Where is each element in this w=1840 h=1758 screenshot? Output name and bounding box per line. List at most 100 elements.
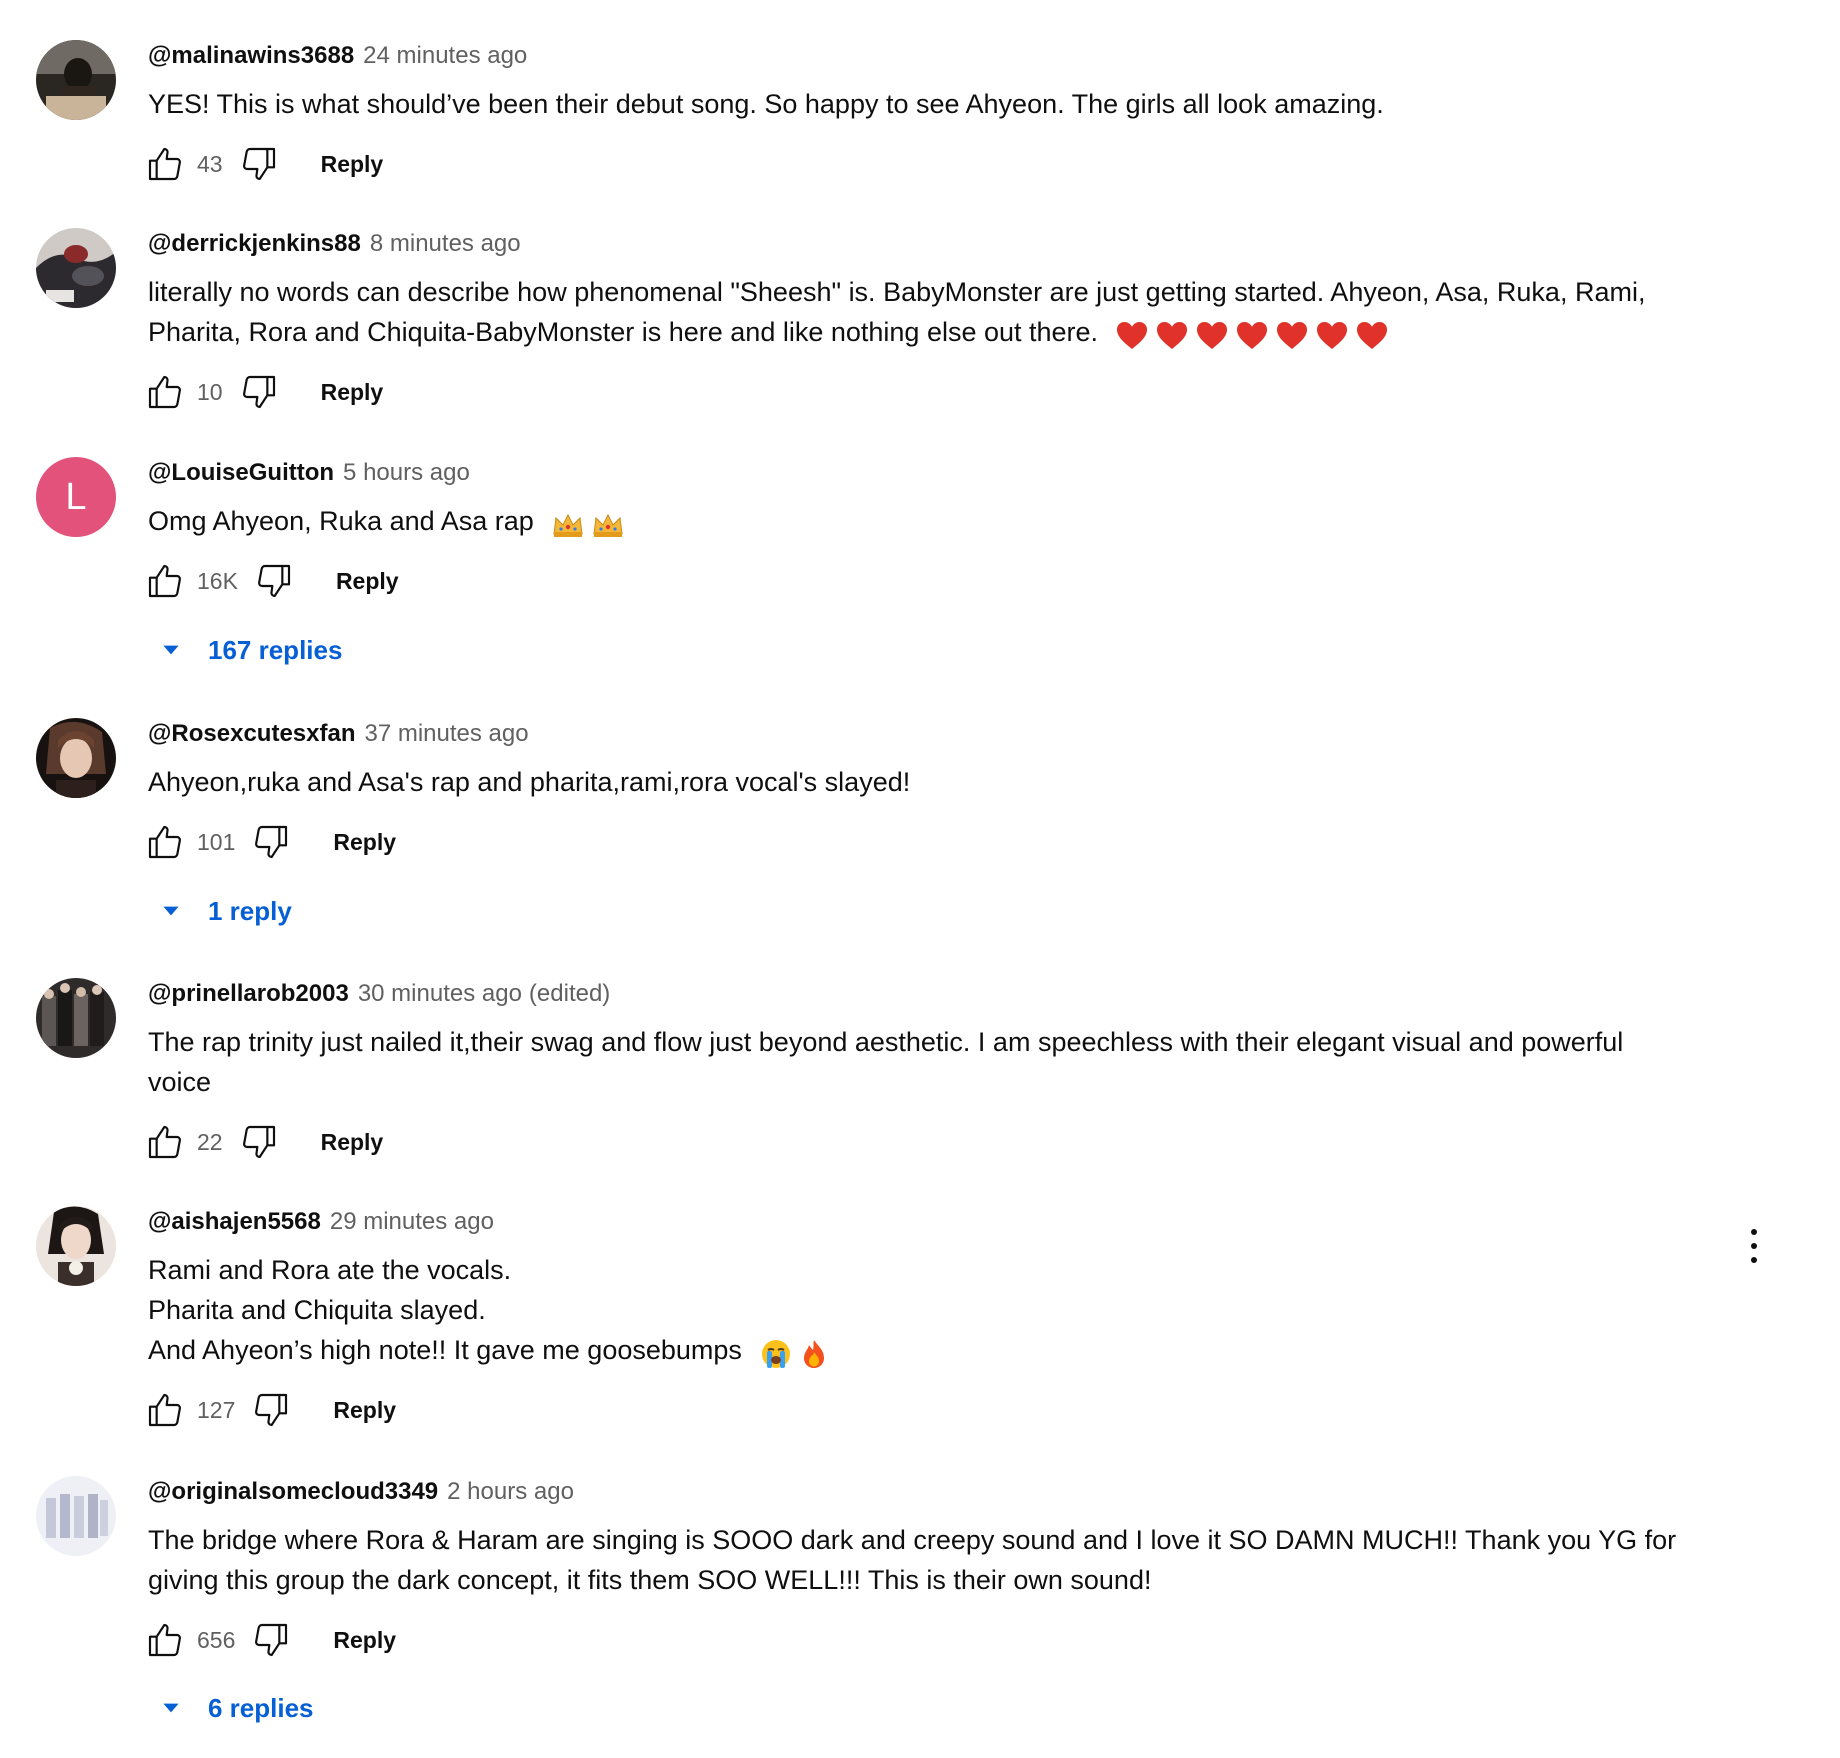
avatar[interactable]	[36, 40, 116, 120]
view-replies-button[interactable]: 6 replies	[158, 1686, 314, 1730]
like-button[interactable]	[143, 1618, 187, 1662]
thumb-down-icon	[242, 375, 275, 409]
comment-author[interactable]: @derrickjenkins88	[148, 230, 361, 258]
like-button[interactable]	[143, 820, 187, 864]
comment-author[interactable]: @prinellarob2003	[148, 980, 349, 1008]
thumb-down-icon	[242, 1125, 275, 1159]
comment-text-line: The rap trinity just nailed it,their swa…	[148, 1027, 1624, 1057]
comment-text-line: Pharita and Chiquita slayed.	[148, 1295, 486, 1325]
red-heart-emoji	[1156, 321, 1188, 351]
dislike-button[interactable]	[249, 1618, 293, 1662]
replies-count: 167 replies	[208, 634, 343, 665]
avatar-letter: L	[65, 475, 87, 518]
view-replies-button[interactable]: 1 reply	[158, 889, 292, 933]
like-button[interactable]	[143, 1388, 187, 1432]
thumb-up-icon	[148, 1125, 181, 1159]
red-heart-emoji	[1316, 321, 1348, 351]
view-replies-button[interactable]: 167 replies	[158, 628, 342, 672]
avatar[interactable]	[36, 1476, 116, 1556]
thumb-up-icon	[148, 1623, 181, 1657]
comment-actions: 10 Reply	[143, 370, 383, 414]
comment-text-line: YES! This is what should’ve been their d…	[148, 89, 1384, 119]
caret-down-icon	[163, 645, 179, 655]
like-button[interactable]	[143, 1120, 187, 1164]
comment-header: @malinawins3688 24 minutes ago	[148, 42, 527, 78]
reply-button[interactable]: Reply	[333, 1397, 396, 1424]
like-count: 43	[197, 150, 223, 177]
like-count: 22	[197, 1128, 223, 1155]
dislike-button[interactable]	[249, 1388, 293, 1432]
reply-button[interactable]: Reply	[321, 151, 384, 178]
comment-header: @Rosexcutesxfan 37 minutes ago	[148, 720, 529, 756]
dislike-button[interactable]	[249, 820, 293, 864]
comment-text-segment: Pharita, Rora and Chiquita-BabyMonster i…	[148, 317, 1099, 347]
comment-timestamp[interactable]: 5 hours ago	[343, 459, 470, 487]
reply-button[interactable]: Reply	[333, 1627, 396, 1654]
comment-author[interactable]: @malinawins3688	[148, 42, 354, 70]
comment-timestamp[interactable]: 24 minutes ago	[363, 42, 527, 70]
red-heart-emoji	[1116, 321, 1148, 351]
comment-text-line: Ahyeon,ruka and Asa's rap and pharita,ra…	[148, 767, 911, 797]
like-count: 16K	[197, 567, 238, 594]
thumb-down-icon	[242, 147, 275, 181]
like-button[interactable]	[143, 142, 187, 186]
dislike-button[interactable]	[252, 559, 296, 603]
comment-timestamp[interactable]: 29 minutes ago	[330, 1208, 494, 1236]
comment-text-line: Rami and Rora ate the vocals.	[148, 1255, 512, 1285]
comment-timestamp[interactable]: 37 minutes ago	[364, 720, 528, 748]
crown-emoji	[592, 512, 624, 538]
comment-text-line: And Ahyeon’s high note!! It gave me goos…	[148, 1330, 1728, 1372]
emoji-group	[760, 1332, 836, 1372]
dislike-button[interactable]	[237, 370, 281, 414]
thumb-up-icon	[148, 825, 181, 859]
comment-text-line: Omg Ahyeon, Ruka and Asa rap	[148, 501, 1728, 543]
thumb-up-icon	[148, 375, 181, 409]
comment-text: YES! This is what should’ve been their d…	[148, 84, 1728, 124]
edited-label: (edited)	[528, 980, 611, 1007]
avatar[interactable]	[36, 718, 116, 798]
comment-author[interactable]: @aishajen5568	[148, 1208, 321, 1236]
crown-emoji	[552, 512, 584, 538]
comment-text: Ahyeon,ruka and Asa's rap and pharita,ra…	[148, 762, 1728, 802]
comment-timestamp[interactable]: 8 minutes ago	[370, 230, 521, 258]
avatar[interactable]	[36, 1206, 116, 1286]
comment-text-segment: And Ahyeon’s high note!! It gave me goos…	[148, 1335, 742, 1365]
comment-text: The bridge where Rora & Haram are singin…	[148, 1520, 1728, 1600]
red-heart-emoji	[1236, 321, 1268, 351]
replies-count: 6 replies	[208, 1692, 314, 1723]
comment-text-segment: Omg Ahyeon, Ruka and Asa rap	[148, 506, 534, 536]
dislike-button[interactable]	[237, 142, 281, 186]
comment-text-line: Pharita, Rora and Chiquita-BabyMonster i…	[148, 312, 1728, 354]
like-button[interactable]	[143, 559, 187, 603]
comment-timestamp[interactable]: 2 hours ago	[447, 1478, 574, 1506]
avatar[interactable]: L	[36, 457, 116, 537]
comment-timestamp[interactable]: 30 minutes ago	[358, 980, 522, 1008]
emoji-group	[552, 503, 632, 543]
thumb-up-icon	[148, 147, 181, 181]
like-count: 10	[197, 378, 223, 405]
comment-actions: 43 Reply	[143, 142, 383, 186]
reply-button[interactable]: Reply	[321, 1129, 384, 1156]
like-button[interactable]	[143, 370, 187, 414]
thumb-up-icon	[148, 564, 181, 598]
reply-button[interactable]: Reply	[333, 829, 396, 856]
comment-author[interactable]: @Rosexcutesxfan	[148, 720, 355, 748]
like-count: 127	[197, 1396, 236, 1423]
comment-author[interactable]: @originalsomecloud3349	[148, 1478, 438, 1506]
avatar[interactable]	[36, 978, 116, 1058]
replies-count: 1 reply	[208, 895, 292, 926]
thumb-down-icon	[255, 1393, 288, 1427]
comment-text: The rap trinity just nailed it,their swa…	[148, 1022, 1728, 1102]
avatar[interactable]	[36, 228, 116, 308]
more-actions-button[interactable]	[1742, 1226, 1766, 1266]
red-heart-emoji	[1196, 321, 1228, 351]
comment-author[interactable]: @LouiseGuitton	[148, 459, 334, 487]
red-heart-emoji	[1276, 321, 1308, 351]
reply-button[interactable]: Reply	[321, 379, 384, 406]
reply-button[interactable]: Reply	[336, 568, 399, 595]
comment-actions: 22 Reply	[143, 1120, 383, 1164]
comment-text-line: voice	[148, 1067, 212, 1097]
comment-actions: 656 Reply	[143, 1618, 396, 1662]
dislike-button[interactable]	[237, 1120, 281, 1164]
comment-header: @LouiseGuitton 5 hours ago	[148, 459, 470, 495]
